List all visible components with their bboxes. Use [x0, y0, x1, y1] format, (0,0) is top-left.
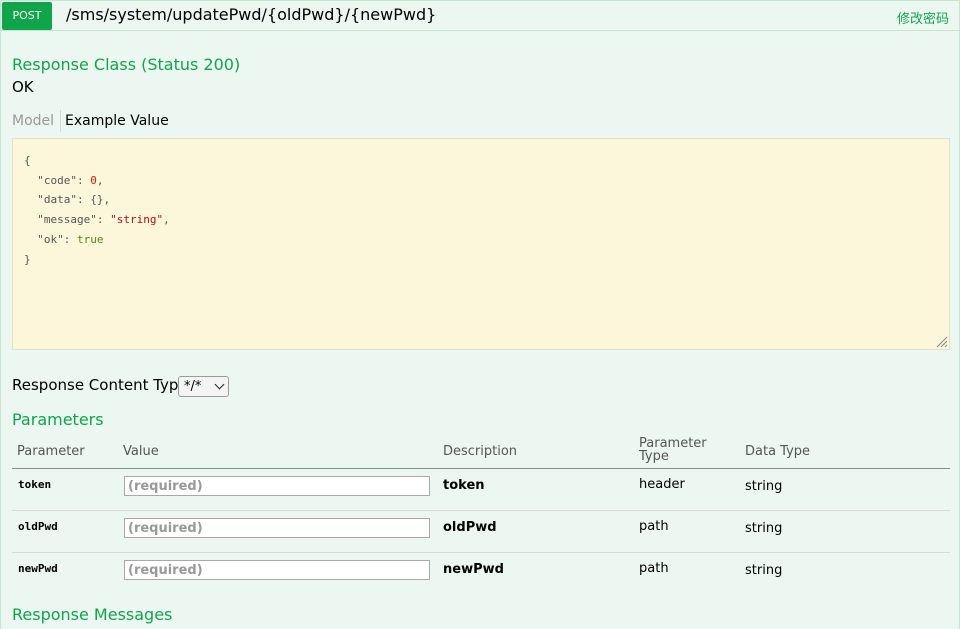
tab-model[interactable]: Model	[12, 110, 62, 132]
http-method-badge[interactable]: POST	[2, 2, 52, 30]
json-field-line: "data": {},	[37, 193, 111, 207]
parameter-row-newPwd: newPwd newPwd path string	[12, 553, 950, 594]
tab-example-value[interactable]: Example Value	[61, 110, 169, 132]
json-close-brace: }	[24, 252, 31, 266]
parameter-value-input-oldPwd[interactable]	[124, 518, 430, 538]
json-field-line: "ok": true	[37, 232, 104, 246]
parameters-title: Parameters	[12, 410, 104, 429]
json-separator: ,	[96, 173, 104, 187]
resize-handle-icon[interactable]	[936, 336, 948, 348]
parameter-type: path	[639, 561, 669, 576]
parameter-description: newPwd	[443, 562, 504, 577]
parameter-data-type: string	[745, 563, 783, 578]
response-content-type-label: Response Content Type	[12, 376, 188, 394]
response-status-text: OK	[12, 78, 34, 96]
parameter-name: newPwd	[18, 562, 58, 575]
header-data-type: Data Type	[745, 444, 811, 459]
response-content-type-select[interactable]: */*	[178, 376, 229, 397]
json-open-brace: {	[24, 154, 31, 167]
endpoint-path[interactable]: /sms/system/updatePwd/{oldPwd}/{newPwd}	[66, 5, 436, 24]
json-key: "code"	[37, 173, 77, 187]
json-key: "data"	[37, 193, 77, 207]
parameter-description: oldPwd	[443, 520, 497, 535]
parameter-row-token: token token header string	[12, 469, 950, 511]
header-parameter-type: Parameter Type	[639, 437, 707, 463]
parameter-name: token	[18, 478, 52, 491]
parameter-description: token	[443, 478, 485, 493]
json-field-line: "message": "string",	[37, 213, 170, 227]
response-content-type-value: */*	[184, 379, 202, 394]
header-value: Value	[123, 444, 159, 459]
json-value: 0	[90, 173, 97, 187]
header-parameter: Parameter	[17, 444, 85, 459]
operation-heading[interactable]: POST /sms/system/updatePwd/{oldPwd}/{new…	[1, 1, 959, 31]
response-class-title: Response Class (Status 200)	[12, 55, 241, 74]
header-parameter-type-line2: Type	[639, 449, 669, 464]
parameter-row-oldPwd: oldPwd oldPwd path string	[12, 511, 950, 553]
parameter-name: oldPwd	[18, 520, 58, 533]
parameter-value-input-newPwd[interactable]	[124, 560, 430, 580]
parameter-type: header	[639, 477, 685, 492]
response-messages-title: Response Messages	[12, 605, 173, 624]
model-tabs: Model Example Value	[12, 110, 169, 132]
parameter-value-input-token[interactable]	[124, 476, 430, 496]
header-description: Description	[443, 444, 518, 459]
json-value: {}	[90, 193, 104, 207]
chevron-down-icon	[214, 379, 225, 390]
json-key: "ok"	[37, 232, 64, 246]
parameters-table-header: Parameter Value Description Parameter Ty…	[12, 434, 950, 469]
json-value: true	[77, 232, 104, 246]
operation-panel: POST /sms/system/updatePwd/{oldPwd}/{new…	[0, 0, 960, 629]
example-value-code[interactable]: { "code": 0, "data": {}, "message": "str…	[12, 138, 950, 350]
json-value: "string"	[110, 213, 164, 227]
json-field-line: "code": 0,	[37, 173, 104, 187]
operation-summary[interactable]: 修改密码	[897, 8, 949, 27]
parameter-type: path	[639, 519, 669, 534]
parameters-table: Parameter Value Description Parameter Ty…	[12, 434, 950, 594]
parameter-data-type: string	[745, 479, 783, 494]
json-separator: ,	[103, 193, 111, 207]
parameter-data-type: string	[745, 521, 783, 536]
json-key: "message"	[37, 213, 97, 227]
json-separator: ,	[163, 213, 170, 227]
